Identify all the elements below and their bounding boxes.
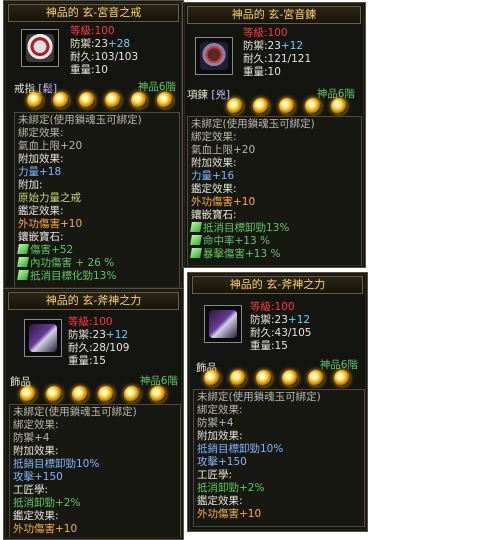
enhance-orb-icon xyxy=(256,370,272,386)
item-tooltip-ring: 神品的 玄-宮音之戒 等級:100 防禦:23+28 耐久:103/103 重量… xyxy=(3,0,184,290)
enhance-orb-icon xyxy=(204,370,220,386)
enhance-orb-icon xyxy=(53,92,69,108)
gem-icon xyxy=(190,248,202,258)
item-stats: 等級:100 防禦:23+28 耐久:103/103 重量:10 xyxy=(70,25,139,76)
item-title: 神品的 玄-斧神之力 xyxy=(8,292,179,310)
item-title: 神品的 玄-斧神之力 xyxy=(192,276,363,294)
enhance-orb-icon xyxy=(72,386,88,402)
enhance-orb-icon xyxy=(20,386,36,402)
item-tooltip-accessory: 神品的 玄-斧神之力 等級:100 防禦:23+12 耐久:28/109 重量:… xyxy=(3,288,184,540)
necklace-icon xyxy=(200,42,228,70)
gem-line: 抵消目標卸勁13% xyxy=(190,222,358,235)
enhance-orb-icon xyxy=(27,92,43,108)
enhance-orb-icon xyxy=(334,370,350,386)
armor-icon xyxy=(29,324,57,352)
enhance-orb-icon xyxy=(227,98,243,114)
enhance-orb-icon xyxy=(79,92,95,108)
enhance-orb-icon xyxy=(279,98,295,114)
ring-icon xyxy=(26,34,54,62)
slot-type: [鬆] xyxy=(38,83,58,95)
enhance-orb-icon xyxy=(124,386,140,402)
enhance-orb-icon xyxy=(305,98,321,114)
rank-label: 神品6階 xyxy=(137,81,176,93)
item-icon-slot xyxy=(24,319,62,357)
enhance-orb-icon xyxy=(331,98,347,114)
item-tooltip-necklace: 神品的 玄-宮音鍊 等級:100 防禦:23+12 耐久:121/121 重量:… xyxy=(182,2,366,268)
gem-line: 抵消目標化勁13% xyxy=(17,270,176,283)
enhance-orb-icon xyxy=(131,92,147,108)
enhance-orb-icon xyxy=(308,370,324,386)
item-icon-slot xyxy=(204,305,242,343)
slot-type: [兇] xyxy=(211,89,231,101)
gem-icon xyxy=(190,235,202,245)
item-tooltip-accessory: 神品的 玄-斧神之力 等級:100 防禦:23+12 耐久:43/105 重量:… xyxy=(187,272,368,532)
item-title: 神品的 玄-宮音鍊 xyxy=(187,6,361,24)
armor-icon xyxy=(209,310,237,338)
item-icon-slot xyxy=(195,37,233,75)
item-description: 未綁定(使用鎖魂玉可綁定) 綁定效果: 防禦+4 附加效果: 抵銷目標卸勁10%… xyxy=(9,404,181,538)
gem-icon xyxy=(17,257,29,267)
enhance-orb-icon xyxy=(46,386,62,402)
gem-icon xyxy=(17,244,29,254)
slot-label: 項鍊 xyxy=(187,89,208,101)
item-description: 未綁定(使用鎖魂玉可綁定) 綁定效果: 氣血上限+20 附加效果: 力量+16 … xyxy=(187,116,362,266)
item-stats: 等級:100 防禦:23+12 耐久:43/105 重量:15 xyxy=(250,301,312,352)
enhance-orb-icon xyxy=(157,92,173,108)
enhance-orb-icon xyxy=(105,92,121,108)
enhance-orb-icon xyxy=(150,386,166,402)
item-title: 神品的 玄-宮音之戒 xyxy=(8,4,179,22)
item-icon-slot xyxy=(21,29,59,67)
enhance-orb-icon xyxy=(253,98,269,114)
gem-line: 命中率+13 % xyxy=(190,235,358,248)
gem-icon xyxy=(190,222,202,232)
enhance-orb-icon xyxy=(98,386,114,402)
gem-line: 內功傷害 + 26 % xyxy=(17,257,176,270)
enhance-orb-icon xyxy=(282,370,298,386)
gem-icon xyxy=(17,270,29,280)
item-description: 未綁定(使用鎖魂玉可綁定) 綁定效果: 氣血上限+20 附加效果: 力量+18 … xyxy=(14,112,180,288)
item-stats: 等級:100 防禦:23+12 耐久:28/109 重量:15 xyxy=(68,316,130,367)
item-description: 未綁定(使用鎖魂玉可綁定) 綁定效果: 防禦+4 附加效果: 抵銷目標卸勁10%… xyxy=(193,389,365,527)
gem-line: 暴擊傷害+13 % xyxy=(190,248,358,261)
enhance-orb-icon xyxy=(230,370,246,386)
item-stats: 等級:100 防禦:23+12 耐久:121/121 重量:10 xyxy=(243,27,312,78)
gem-line: 傷害+52 xyxy=(17,244,176,257)
